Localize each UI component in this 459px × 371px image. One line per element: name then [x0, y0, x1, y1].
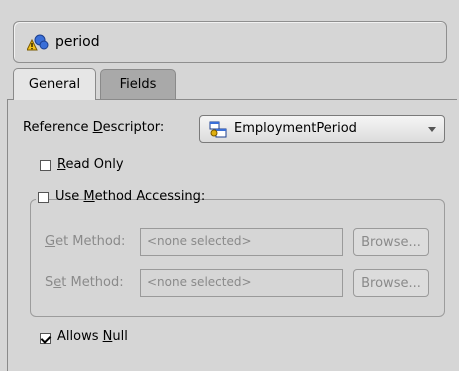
mapping-warning-icon [26, 33, 49, 53]
set-method-browse-button[interactable]: Browse... [353, 269, 429, 297]
mapping-title: period [55, 34, 100, 50]
allows-null-label[interactable]: Allows Null [57, 329, 128, 344]
reference-descriptor-value: EmploymentPeriod [234, 121, 357, 136]
tab-general-label: General [28, 77, 81, 92]
tab-fields-label: Fields [119, 77, 157, 92]
method-accessing-group [30, 199, 445, 317]
reference-descriptor-dropdown[interactable]: EmploymentPeriod [199, 115, 445, 143]
tab-fields[interactable]: Fields [100, 69, 176, 99]
reference-descriptor-label: Reference Descriptor: [23, 120, 165, 135]
read-only-label[interactable]: Read Only [57, 157, 124, 172]
get-method-browse-button[interactable]: Browse... [353, 228, 429, 256]
get-method-label: Get Method: [45, 234, 126, 249]
read-only-checkbox[interactable] [40, 160, 51, 171]
get-method-field[interactable]: <none selected> [140, 228, 343, 256]
mapping-header: period [13, 21, 447, 63]
set-method-label: Set Method: [45, 275, 124, 290]
descriptor-icon [209, 121, 227, 138]
tab-general[interactable]: General [13, 68, 96, 100]
chevron-down-icon [428, 127, 436, 132]
allows-null-checkbox[interactable] [40, 333, 51, 344]
set-method-field[interactable]: <none selected> [140, 269, 343, 297]
method-accessing-legend: Use Method Accessing: [36, 189, 205, 207]
use-method-accessing-label[interactable]: Use Method Accessing: [55, 189, 209, 204]
use-method-accessing-checkbox[interactable] [38, 192, 49, 203]
mapping-editor-window: period General Fields Reference Descript… [0, 0, 459, 371]
